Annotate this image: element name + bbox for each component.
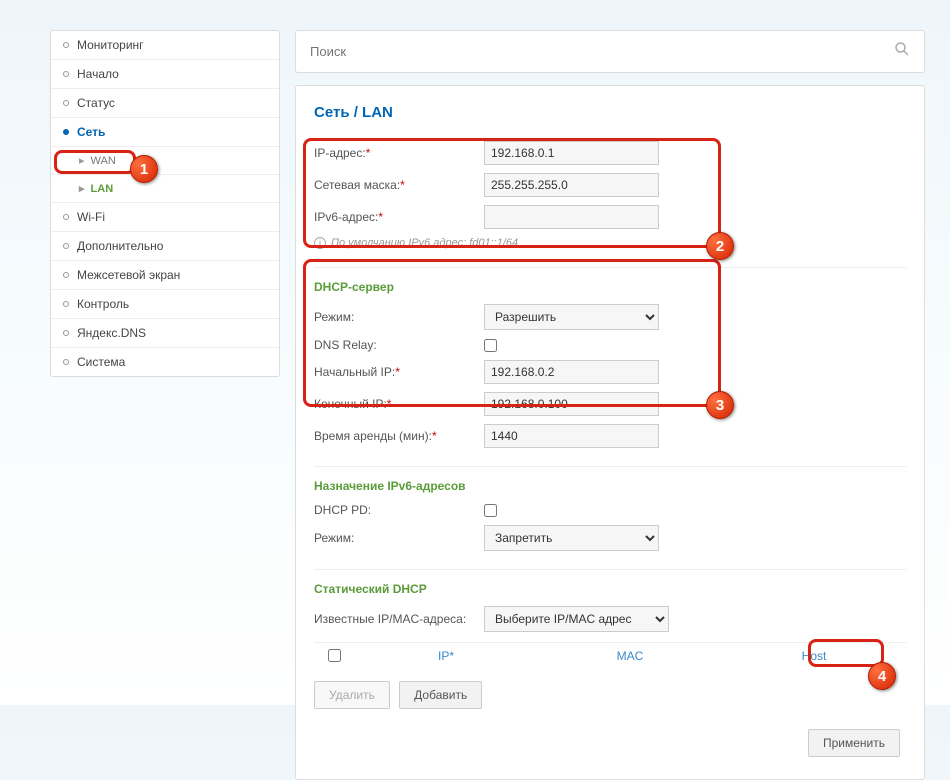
static-dhcp-title: Статический DHCP <box>314 582 906 596</box>
sidebar-item-start[interactable]: Начало <box>51 60 279 89</box>
callout-badge-3: 3 <box>706 391 734 419</box>
dhcp-section: DHCP-сервер Режим: Разрешить DNS Relay: … <box>314 280 906 448</box>
known-ipmac-label: Известные IP/MAC-адреса: <box>314 612 484 626</box>
dhcp-pd-checkbox[interactable] <box>484 504 497 517</box>
dhcp-mode-label: Режим: <box>314 310 484 324</box>
callout-badge-4: 4 <box>868 662 896 690</box>
sidebar-item-system[interactable]: Система <box>51 348 279 376</box>
ipv6-input[interactable] <box>484 205 659 229</box>
ipv6-mode-label: Режим: <box>314 531 484 545</box>
ipv6-label: IPv6-адрес:* <box>314 210 484 224</box>
sidebar-subitem-wan[interactable]: ▸WAN <box>51 147 279 175</box>
apply-button[interactable]: Применить <box>808 729 900 757</box>
end-ip-input[interactable] <box>484 392 659 416</box>
static-dhcp-table-header: IP* MAC Host <box>314 642 906 671</box>
ipv6-hint: i По умолчанию IPv6 адрес: fd01::1/64 <box>314 237 906 249</box>
dns-relay-label: DNS Relay: <box>314 338 484 352</box>
search-bar <box>295 30 925 73</box>
search-icon[interactable] <box>894 41 910 62</box>
mask-label: Сетевая маска:* <box>314 178 484 192</box>
th-mac: MAC <box>538 649 722 665</box>
sidebar-item-status[interactable]: Статус <box>51 89 279 118</box>
sidebar-item-advanced[interactable]: Дополнительно <box>51 232 279 261</box>
sidebar-item-firewall[interactable]: Межсетевой экран <box>51 261 279 290</box>
dhcp-mode-select[interactable]: Разрешить <box>484 304 659 330</box>
basic-section: IP-адрес:* Сетевая маска:* IPv6-адрес:* … <box>314 141 906 249</box>
callout-badge-2: 2 <box>706 232 734 260</box>
search-input[interactable] <box>310 44 894 59</box>
dhcp-pd-label: DHCP PD: <box>314 503 484 517</box>
ip-label: IP-адрес:* <box>314 146 484 160</box>
sidebar-item-yandexdns[interactable]: Яндекс.DNS <box>51 319 279 348</box>
lease-label: Время аренды (мин):* <box>314 429 484 443</box>
ipv6-mode-select[interactable]: Запретить <box>484 525 659 551</box>
static-dhcp-section: Статический DHCP Известные IP/MAC-адреса… <box>314 582 906 709</box>
mask-input[interactable] <box>484 173 659 197</box>
start-ip-label: Начальный IP:* <box>314 365 484 379</box>
callout-badge-1: 1 <box>130 155 158 183</box>
ipv6-assign-title: Назначение IPv6-адресов <box>314 479 906 493</box>
sidebar: Мониторинг Начало Статус Сеть ▸WAN ▸LAN … <box>50 30 280 377</box>
end-ip-label: Конечный IP:* <box>314 397 484 411</box>
ip-input[interactable] <box>484 141 659 165</box>
start-ip-input[interactable] <box>484 360 659 384</box>
sidebar-item-control[interactable]: Контроль <box>51 290 279 319</box>
breadcrumb: Сеть / LAN <box>314 104 906 121</box>
th-ip: IP* <box>354 649 538 665</box>
select-all-checkbox[interactable] <box>328 649 341 662</box>
lease-input[interactable] <box>484 424 659 448</box>
sidebar-item-wifi[interactable]: Wi-Fi <box>51 203 279 232</box>
content-panel: Сеть / LAN IP-адрес:* Сетевая маска:* IP… <box>295 85 925 780</box>
known-ipmac-select[interactable]: Выберите IP/MAC адрес <box>484 606 669 632</box>
ipv6-assign-section: Назначение IPv6-адресов DHCP PD: Режим: … <box>314 479 906 551</box>
info-icon: i <box>314 237 326 249</box>
sidebar-subitem-lan[interactable]: ▸LAN <box>51 175 279 203</box>
dns-relay-checkbox[interactable] <box>484 339 497 352</box>
dhcp-title: DHCP-сервер <box>314 280 906 294</box>
sidebar-item-network[interactable]: Сеть <box>51 118 279 147</box>
sidebar-item-monitoring[interactable]: Мониторинг <box>51 31 279 60</box>
